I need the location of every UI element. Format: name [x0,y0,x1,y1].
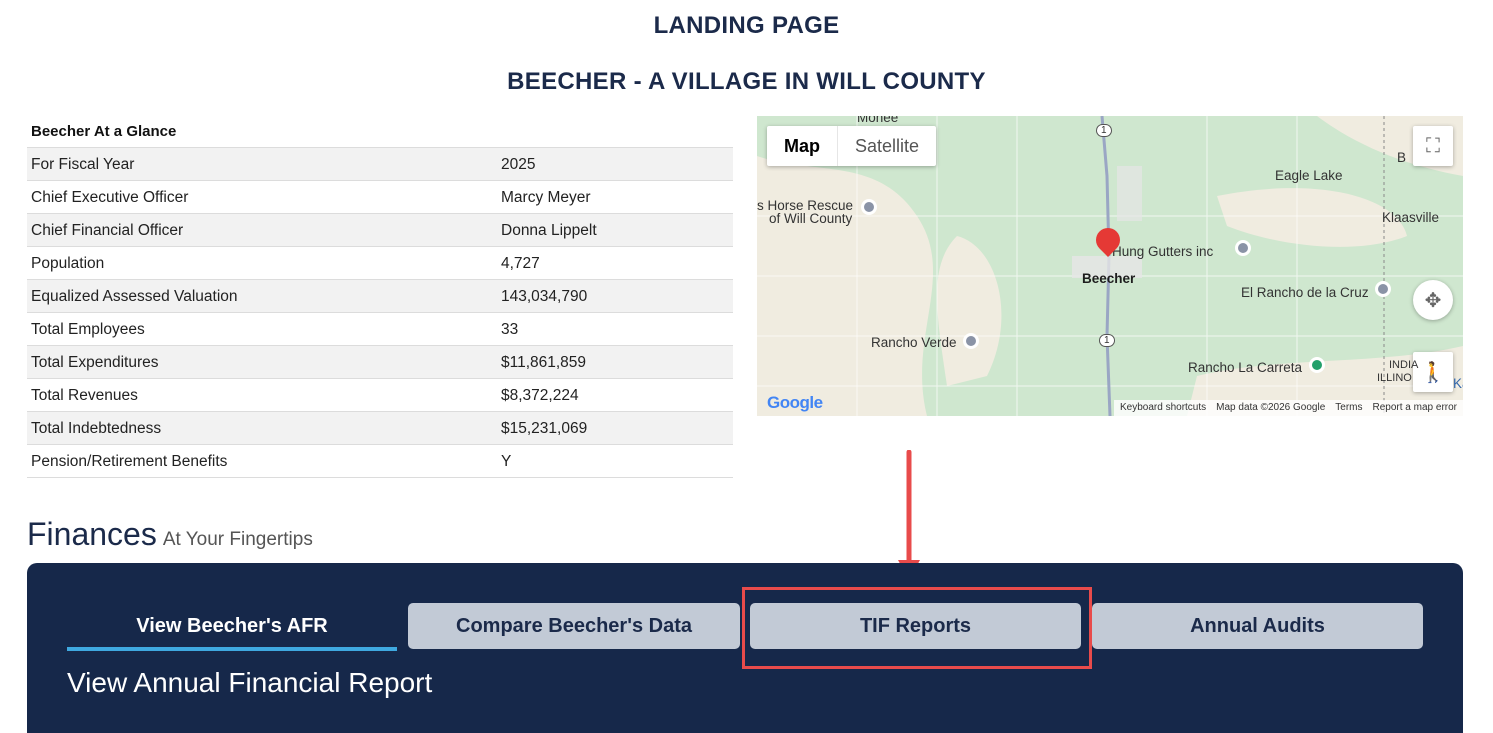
page-title: LANDING PAGE [653,12,840,39]
finances-heading: Finances At Your Fingertips [27,516,313,553]
pan-control-icon[interactable]: ✥ [1413,280,1453,320]
table-row: Chief Financial Officer Donna Lippelt [27,214,733,247]
row-value: $15,231,069 [501,420,588,437]
tab-compare-data[interactable]: Compare Beecher's Data [408,603,740,649]
table-row: For Fiscal Year 2025 [27,148,733,181]
poi-pin-icon[interactable] [861,199,877,215]
row-value: 33 [501,321,519,338]
map-label-illinois: ILLINO [1377,372,1412,384]
tab-annual-audits[interactable]: Annual Audits [1092,603,1423,649]
map-label-rancho-verde: Rancho Verde [871,335,957,350]
row-value: $8,372,224 [501,387,579,404]
map-type-satellite[interactable]: Satellite [838,126,936,166]
table-row: Total Revenues $8,372,224 [27,379,733,412]
row-label: Chief Executive Officer [31,189,189,206]
row-label: Total Revenues [31,387,138,404]
finances-title: Finances [27,516,157,552]
row-value: Y [501,453,512,470]
table-row: Chief Executive Officer Marcy Meyer [27,181,733,214]
glance-heading: Beecher At a Glance [27,116,733,148]
row-value: Marcy Meyer [501,189,591,206]
finances-subtitle: At Your Fingertips [162,529,313,550]
map-type-toggle[interactable]: Map Satellite [767,126,937,166]
map-label-edge-bottom: Ka [1453,376,1463,391]
report-error-link[interactable]: Report a map error [1373,400,1457,416]
finances-panel: View Beecher's AFR Compare Beecher's Dat… [27,563,1463,733]
map-label-klaasville: Klaasville [1382,210,1440,225]
panel-title: View Annual Financial Report [67,667,433,698]
table-row: Population 4,727 [27,247,733,280]
map-label-edge-top: B [1397,150,1407,165]
row-label: Total Indebtedness [31,420,162,437]
park-pin-icon[interactable] [1309,357,1325,373]
row-value: $11,861,859 [501,354,587,371]
map-label-monee: Monee [857,116,899,125]
row-value: 4,727 [501,255,540,272]
map-embed[interactable]: Map Satellite ⛶ ✥ 🚶 Monee s Horse Rescue… [757,116,1463,416]
table-row: Pension/Retirement Benefits Y [27,445,733,478]
google-logo: Google [767,393,823,412]
row-label: Population [31,255,105,272]
row-label: Chief Financial Officer [31,222,184,239]
fullscreen-icon[interactable]: ⛶ [1413,126,1453,166]
map-label-eagle-lake: Eagle Lake [1275,168,1343,183]
highlight-box [742,587,1092,669]
poi-pin-icon[interactable] [963,333,979,349]
tab-view-afr[interactable]: View Beecher's AFR [67,603,397,651]
table-row: Total Expenditures $11,861,859 [27,346,733,379]
table-row: Equalized Assessed Valuation 143,034,790 [27,280,733,313]
street-view-icon[interactable]: 🚶 [1413,352,1453,392]
row-value: 143,034,790 [501,288,588,305]
row-label: Equalized Assessed Valuation [31,288,238,305]
poi-pin-icon[interactable] [1375,281,1391,297]
row-label: For Fiscal Year [31,156,135,173]
glance-table: Beecher At a Glance For Fiscal Year 2025 … [27,116,733,478]
map-label-beecher: Beecher [1082,271,1136,286]
row-label: Total Expenditures [31,354,159,371]
route-shield-icon: 1 [1096,124,1112,137]
poi-pin-icon[interactable] [1235,240,1251,256]
row-value: Donna Lippelt [501,222,597,239]
map-data-text: Map data ©2026 Google [1216,402,1326,413]
map-label-el-rancho: El Rancho de la Cruz [1241,285,1369,300]
table-row: Total Indebtedness $15,231,069 [27,412,733,445]
terms-link[interactable]: Terms [1335,400,1362,416]
table-row: Total Employees 33 [27,313,733,346]
row-label: Total Employees [31,321,145,338]
map-label-gutters: Hung Gutters inc [1112,244,1214,259]
row-label: Pension/Retirement Benefits [31,453,228,470]
route-shield-icon: 1 [1099,334,1115,347]
map-footer: Keyboard shortcuts Map data ©2026 Google… [1113,400,1463,416]
map-type-map[interactable]: Map [767,126,838,166]
map-label-indiana: INDIA [1389,359,1419,371]
page-subtitle: BEECHER - A VILLAGE IN WILL COUNTY [507,68,986,95]
row-value: 2025 [501,156,536,173]
keyboard-shortcuts-link[interactable]: Keyboard shortcuts [1120,400,1206,416]
map-label-rancho-carreta: Rancho La Carreta [1188,360,1303,375]
map-label-will-county: of Will County [769,211,853,226]
